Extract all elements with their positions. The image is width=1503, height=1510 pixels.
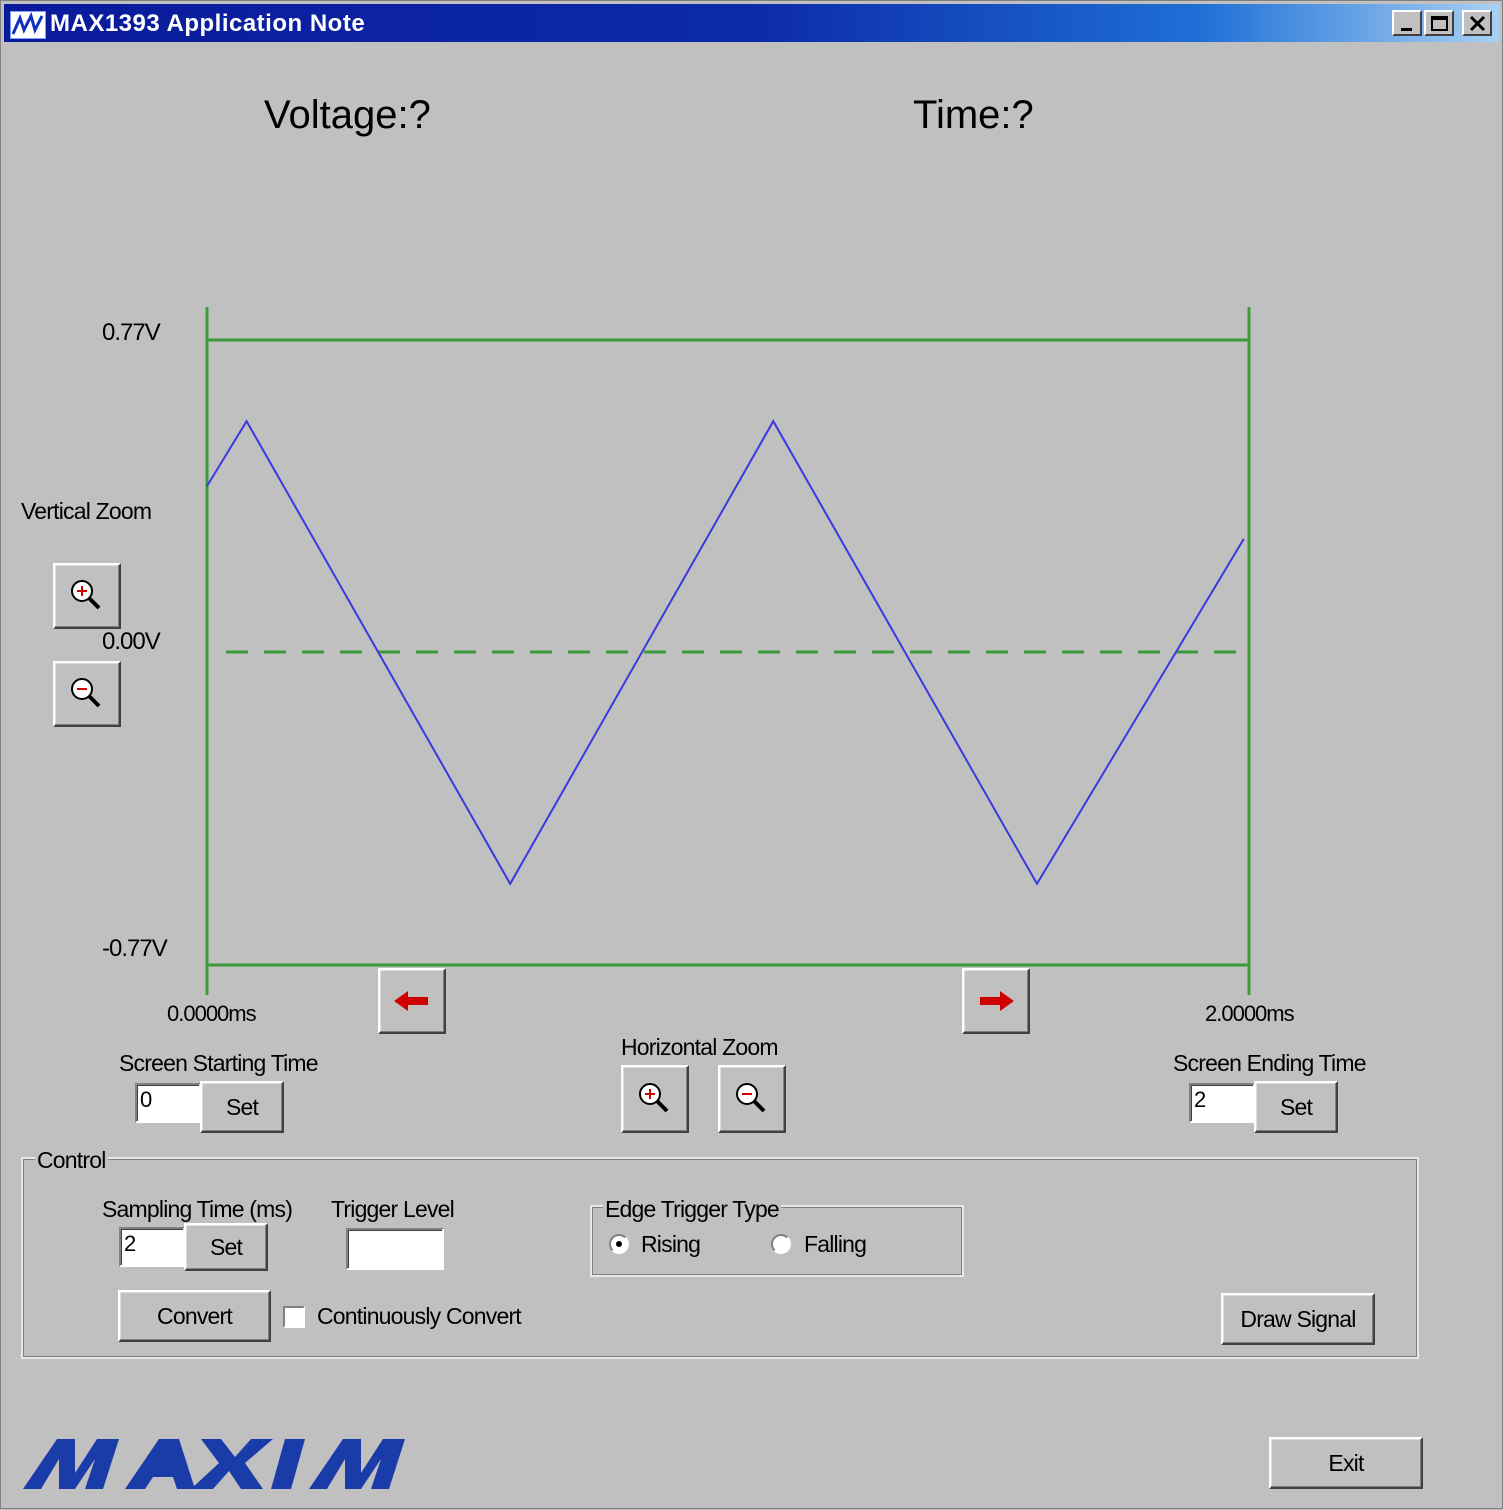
right-arrow-icon: [980, 991, 1014, 1011]
falling-label: Falling: [804, 1231, 867, 1257]
horizontal-zoom-out-button[interactable]: [718, 1065, 786, 1133]
screen-start-input[interactable]: 0: [135, 1083, 201, 1123]
sampling-time-input[interactable]: 2: [119, 1227, 185, 1267]
draw-signal-button[interactable]: Draw Signal: [1221, 1293, 1375, 1345]
left-arrow-icon: [394, 991, 428, 1011]
trigger-level-label: Trigger Level: [331, 1196, 455, 1222]
screen-start-label: Screen Starting Time: [119, 1050, 319, 1076]
continuously-convert-label: Continuously Convert: [317, 1303, 522, 1329]
screen-end-input[interactable]: 2: [1189, 1083, 1255, 1123]
sampling-time-set-button[interactable]: Set: [184, 1223, 268, 1271]
screen-end-set-button[interactable]: Set: [1254, 1081, 1338, 1133]
exit-button[interactable]: Exit: [1269, 1437, 1423, 1489]
rising-label: Rising: [641, 1231, 701, 1257]
zoom-in-icon: [639, 1083, 669, 1113]
horizontal-zoom-in-button[interactable]: [621, 1065, 689, 1133]
screen-start-set-button[interactable]: Set: [200, 1081, 284, 1133]
maxim-logo: [23, 1435, 443, 1493]
zoom-out-icon: [736, 1083, 766, 1113]
y-bottom-label: -0.77V: [102, 935, 168, 962]
convert-button[interactable]: Convert: [118, 1290, 271, 1342]
falling-radio[interactable]: [771, 1234, 791, 1254]
continuously-convert-checkbox[interactable]: [283, 1306, 305, 1328]
zoom-out-icon: [71, 678, 101, 708]
x-end-label: 2.0000ms: [1205, 1001, 1295, 1026]
application-window: MAX1393 Application Note Voltage:? Time:…: [0, 0, 1503, 1509]
vertical-zoom-in-button[interactable]: [53, 563, 121, 629]
edge-trigger-legend: Edge Trigger Type: [603, 1196, 781, 1223]
y-mid-label: 0.00V: [102, 628, 161, 655]
trigger-level-input[interactable]: [346, 1228, 444, 1270]
scroll-right-button[interactable]: [962, 968, 1030, 1034]
radio-selected-dot: [616, 1241, 622, 1247]
vertical-zoom-out-button[interactable]: [53, 661, 121, 727]
sampling-time-label: Sampling Time (ms): [102, 1196, 293, 1222]
y-top-label: 0.77V: [102, 319, 161, 346]
rising-radio[interactable]: [609, 1234, 629, 1254]
control-legend: Control: [35, 1147, 108, 1174]
zoom-in-icon: [71, 580, 101, 610]
scroll-left-button[interactable]: [378, 968, 446, 1034]
horizontal-zoom-label: Horizontal Zoom: [621, 1034, 779, 1060]
x-start-label: 0.0000ms: [167, 1001, 257, 1026]
screen-end-label: Screen Ending Time: [1173, 1050, 1367, 1076]
vertical-zoom-label: Vertical Zoom: [21, 498, 152, 524]
